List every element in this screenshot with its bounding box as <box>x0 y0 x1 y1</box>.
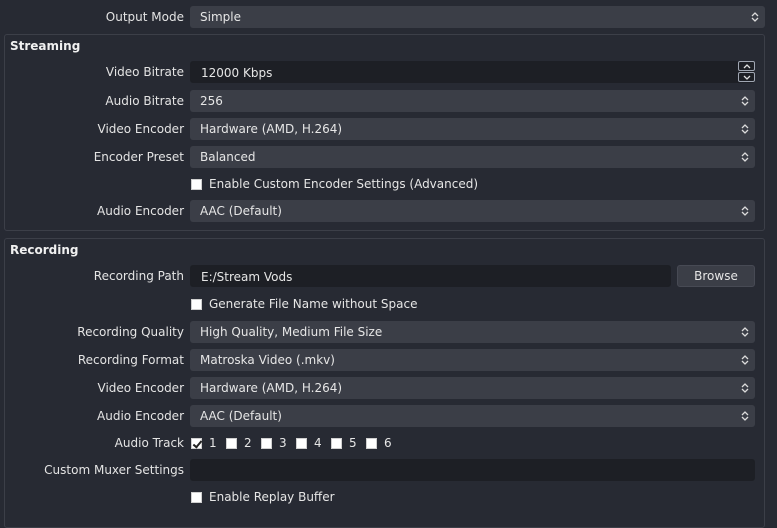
audio-track-2-checkbox[interactable]: 2 <box>226 435 252 451</box>
output-mode-select[interactable]: Simple <box>190 6 765 28</box>
rec-video-encoder-row: Video Encoder Hardware (AMD, H.264) <box>0 377 777 399</box>
updown-arrow-icon <box>735 349 755 371</box>
audio-track-4-label: 4 <box>314 436 322 450</box>
checkbox-box[interactable] <box>191 491 202 503</box>
audio-track-row: Audio Track 1 2 3 4 5 6 <box>0 432 777 454</box>
stream-video-encoder-row: Video Encoder Hardware (AMD, H.264) <box>0 118 777 140</box>
audio-track-2-label: 2 <box>244 436 252 450</box>
video-bitrate-label: Video Bitrate <box>105 65 184 79</box>
stream-audio-encoder-row: Audio Encoder AAC (Default) <box>0 200 777 222</box>
video-bitrate-row: Video Bitrate 12000 Kbps <box>0 61 777 83</box>
audio-track-6-label: 6 <box>384 436 392 450</box>
no-space-checkbox[interactable]: Generate File Name without Space <box>191 296 417 312</box>
output-mode-row: Output Mode Simple <box>0 6 777 28</box>
checkbox-box[interactable] <box>296 437 307 449</box>
recording-quality-row: Recording Quality High Quality, Medium F… <box>0 321 777 343</box>
rec-video-encoder-value: Hardware (AMD, H.264) <box>200 381 343 395</box>
updown-arrow-icon <box>735 90 755 112</box>
updown-arrow-icon <box>735 321 755 343</box>
updown-arrow-icon <box>735 146 755 168</box>
recording-format-label: Recording Format <box>77 353 184 367</box>
rec-video-encoder-select[interactable]: Hardware (AMD, H.264) <box>190 377 755 399</box>
streaming-title: Streaming <box>10 39 81 53</box>
audio-track-3-label: 3 <box>279 436 287 450</box>
video-bitrate-value: 12000 Kbps <box>201 66 273 80</box>
audio-track-4-checkbox[interactable]: 4 <box>296 435 322 451</box>
checkbox-box[interactable] <box>191 298 202 310</box>
replay-buffer-checkbox[interactable]: Enable Replay Buffer <box>191 489 335 505</box>
muxer-input[interactable] <box>190 459 755 481</box>
updown-arrow-icon <box>735 377 755 399</box>
audio-track-5-label: 5 <box>349 436 357 450</box>
rec-video-encoder-label: Video Encoder <box>97 381 185 395</box>
recording-format-row: Recording Format Matroska Video (.mkv) <box>0 349 777 371</box>
muxer-label: Custom Muxer Settings <box>44 463 184 477</box>
encoder-preset-label: Encoder Preset <box>93 150 184 164</box>
chevron-up-icon <box>743 63 750 68</box>
recording-path-row: Recording Path E:/Stream Vods Browse <box>0 265 777 287</box>
rec-audio-encoder-row: Audio Encoder AAC (Default) <box>0 405 777 427</box>
video-bitrate-stepper <box>738 61 755 83</box>
custom-encoder-label: Enable Custom Encoder Settings (Advanced… <box>209 177 479 191</box>
checkbox-box[interactable] <box>191 178 202 190</box>
recording-format-select[interactable]: Matroska Video (.mkv) <box>190 349 755 371</box>
recording-path-input[interactable]: E:/Stream Vods <box>190 265 671 287</box>
audio-track-3-checkbox[interactable]: 3 <box>261 435 287 451</box>
recording-quality-value: High Quality, Medium File Size <box>200 325 383 339</box>
stepper-up-button[interactable] <box>738 61 755 71</box>
rec-audio-encoder-select[interactable]: AAC (Default) <box>190 405 755 427</box>
checkbox-box[interactable] <box>226 437 237 449</box>
stream-video-encoder-select[interactable]: Hardware (AMD, H.264) <box>190 118 755 140</box>
updown-arrow-icon <box>735 118 755 140</box>
video-bitrate-spinbox[interactable]: 12000 Kbps <box>190 61 755 83</box>
audio-track-1-label: 1 <box>209 436 217 450</box>
browse-button[interactable]: Browse <box>677 265 755 287</box>
checkbox-box[interactable] <box>366 437 377 449</box>
encoder-preset-value: Balanced <box>200 150 256 164</box>
output-mode-label: Output Mode <box>105 10 184 24</box>
checkbox-box[interactable] <box>261 437 272 449</box>
stepper-down-button[interactable] <box>738 72 755 82</box>
updown-arrow-icon <box>745 6 765 28</box>
recording-format-value: Matroska Video (.mkv) <box>200 353 335 367</box>
audio-bitrate-value: 256 <box>200 94 223 108</box>
muxer-row: Custom Muxer Settings <box>0 459 777 481</box>
audio-bitrate-select[interactable]: 256 <box>190 90 755 112</box>
audio-track-label: Audio Track <box>114 436 184 450</box>
updown-arrow-icon <box>735 200 755 222</box>
updown-arrow-icon <box>735 405 755 427</box>
recording-path-value: E:/Stream Vods <box>201 270 293 284</box>
custom-encoder-checkbox[interactable]: Enable Custom Encoder Settings (Advanced… <box>191 176 478 192</box>
checkbox-box[interactable] <box>331 437 342 449</box>
rec-audio-encoder-label: Audio Encoder <box>97 409 184 423</box>
audio-track-6-checkbox[interactable]: 6 <box>366 435 392 451</box>
recording-quality-label: Recording Quality <box>77 325 184 339</box>
output-mode-value: Simple <box>200 10 241 24</box>
stream-audio-encoder-label: Audio Encoder <box>97 204 184 218</box>
encoder-preset-select[interactable]: Balanced <box>190 146 755 168</box>
audio-track-1-checkbox[interactable]: 1 <box>191 435 217 451</box>
stream-video-encoder-value: Hardware (AMD, H.264) <box>200 122 343 136</box>
audio-track-5-checkbox[interactable]: 5 <box>331 435 357 451</box>
replay-buffer-label: Enable Replay Buffer <box>209 490 335 504</box>
recording-quality-select[interactable]: High Quality, Medium File Size <box>190 321 755 343</box>
chevron-down-icon <box>743 75 750 80</box>
recording-title: Recording <box>10 243 79 257</box>
audio-bitrate-row: Audio Bitrate 256 <box>0 90 777 112</box>
stream-audio-encoder-value: AAC (Default) <box>200 204 282 218</box>
audio-bitrate-label: Audio Bitrate <box>105 94 184 108</box>
rec-audio-encoder-value: AAC (Default) <box>200 409 282 423</box>
no-space-label: Generate File Name without Space <box>209 297 418 311</box>
encoder-preset-row: Encoder Preset Balanced <box>0 146 777 168</box>
stream-video-encoder-label: Video Encoder <box>97 122 185 136</box>
stream-audio-encoder-select[interactable]: AAC (Default) <box>190 200 755 222</box>
checkbox-box[interactable] <box>191 437 202 449</box>
recording-path-label: Recording Path <box>93 269 184 283</box>
